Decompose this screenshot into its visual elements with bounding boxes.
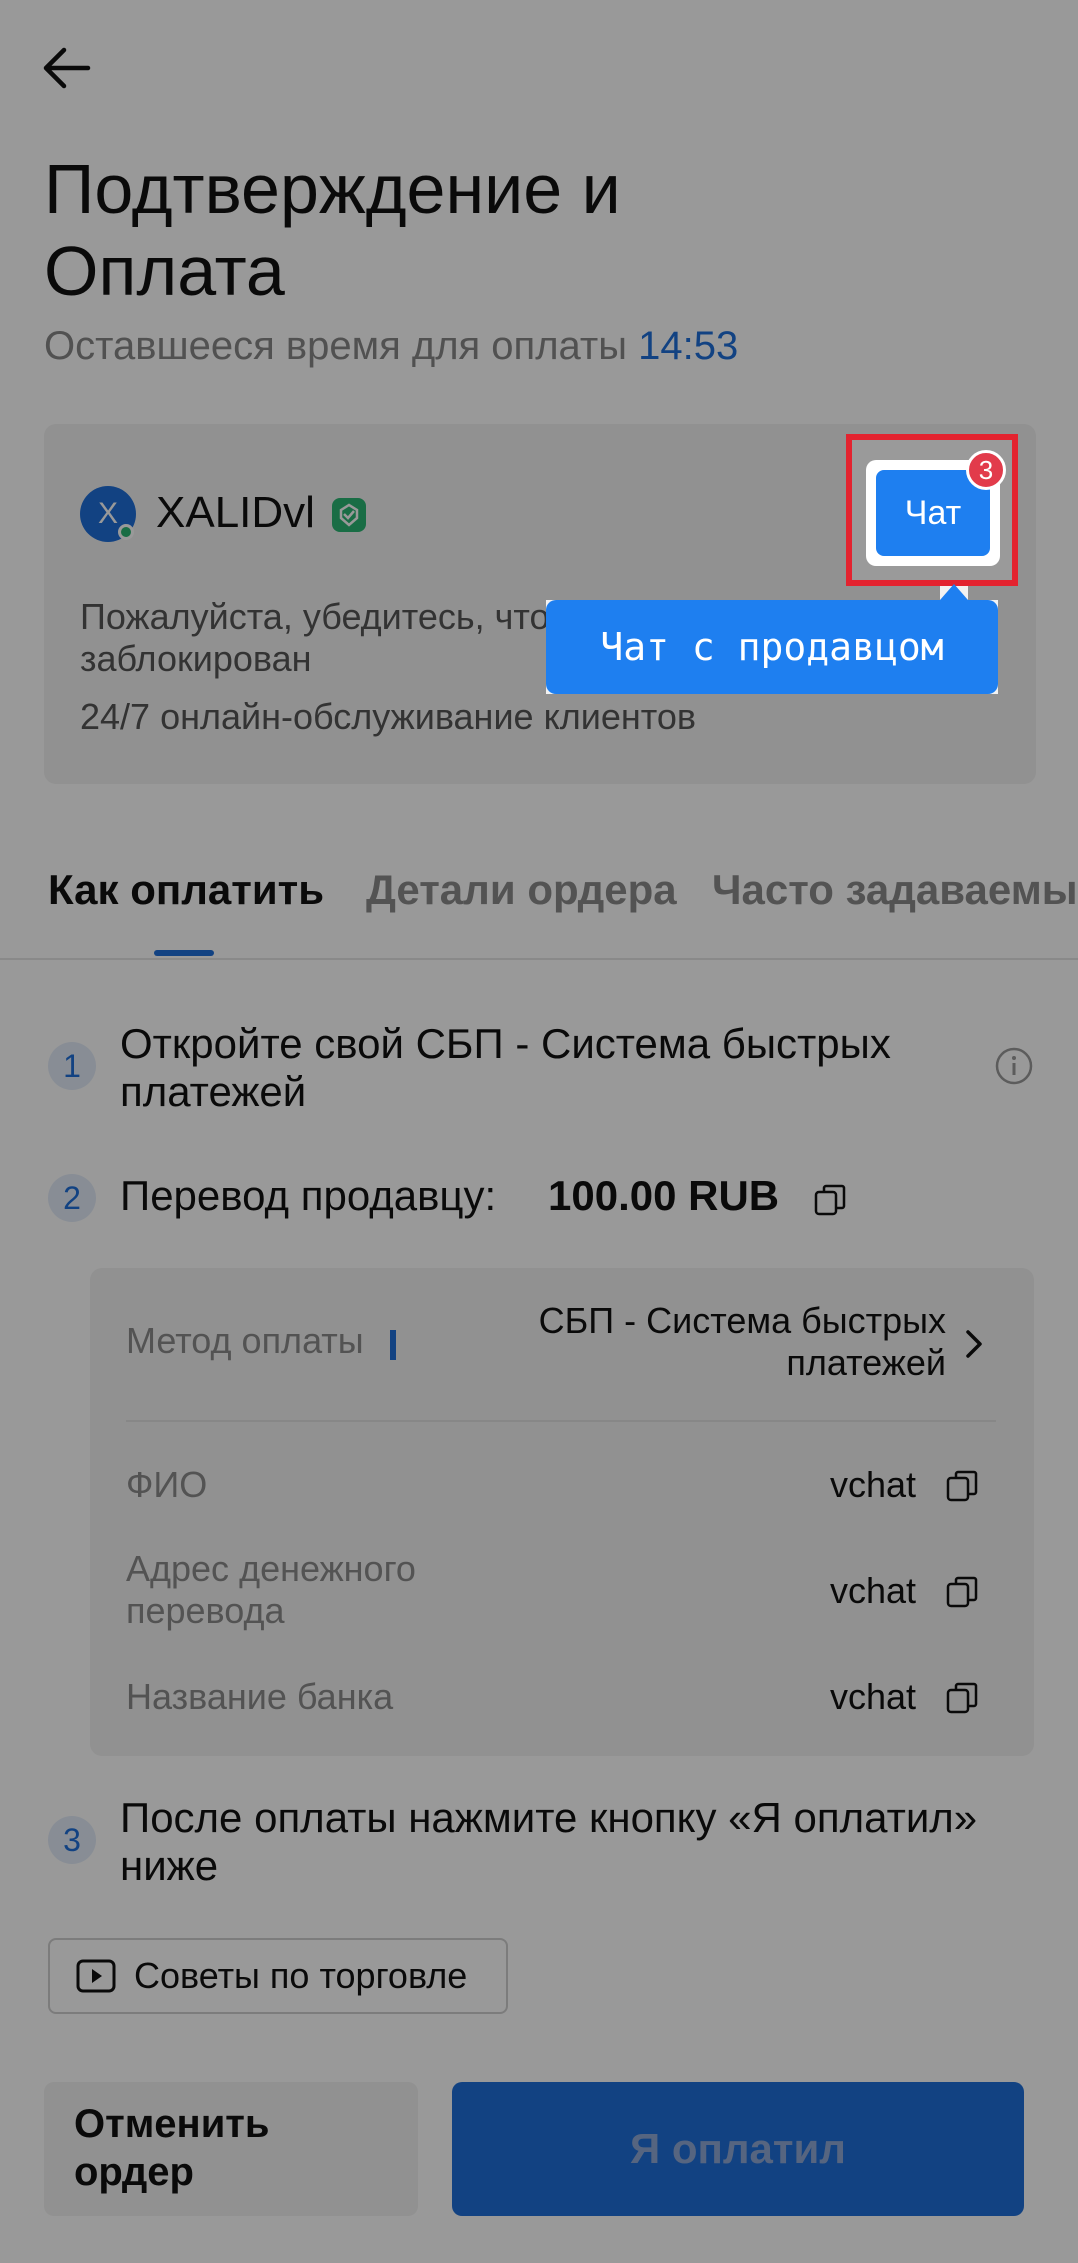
dim-overlay-right [1018, 434, 1078, 586]
tooltip-arrow [940, 584, 968, 600]
chat-unread-badge: 3 [966, 450, 1006, 490]
dim-overlay-bottom-left [0, 586, 546, 2263]
dim-overlay-bottom-right [998, 586, 1078, 2263]
dim-overlay-left [0, 434, 846, 586]
chat-with-seller-tooltip: Чат с продавцом [546, 600, 998, 694]
dim-overlay-below-tooltip [546, 694, 998, 2263]
dim-overlay-tooltip-gap-right [968, 586, 998, 600]
dim-overlay-tooltip-gap-left [546, 586, 940, 600]
dim-overlay-top [0, 0, 1078, 434]
